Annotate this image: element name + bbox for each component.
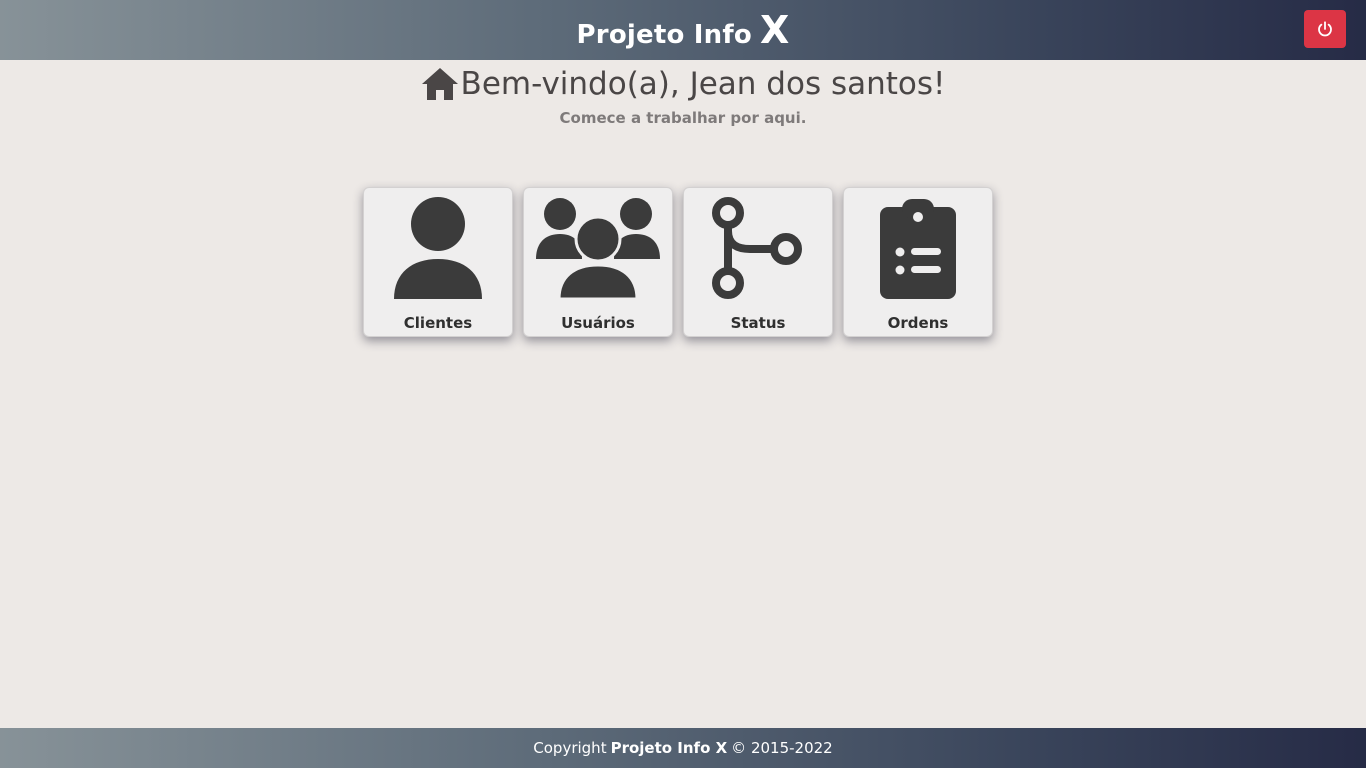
welcome-title: Bem-vindo(a), Jean dos santos!	[460, 66, 946, 102]
welcome-section: Bem-vindo(a), Jean dos santos! Comece a …	[0, 66, 1366, 127]
tile-label: Status	[730, 314, 786, 332]
brand-logo[interactable]: Projeto Info X	[577, 11, 790, 50]
tile-label: Usuários	[561, 314, 635, 332]
power-icon	[1318, 21, 1332, 37]
tile-usuarios[interactable]: Usuários	[523, 187, 673, 337]
users-group-icon	[536, 198, 660, 301]
user-icon	[394, 197, 482, 299]
footer-prefix: Copyright	[533, 739, 607, 757]
home-icon	[421, 68, 458, 100]
footer: Copyright Projeto Info X © 2015-2022	[0, 728, 1366, 768]
tile-label: Ordens	[887, 314, 949, 332]
tile-label: Clientes	[403, 314, 473, 332]
footer-brand: Projeto Info X	[610, 739, 728, 757]
tile-status[interactable]: Status	[683, 187, 833, 337]
welcome-heading: Bem-vindo(a), Jean dos santos!	[421, 66, 946, 102]
footer-suffix: © 2015-2022	[731, 739, 833, 757]
logout-button[interactable]	[1304, 10, 1346, 48]
git-branch-icon	[712, 197, 802, 299]
welcome-subtitle: Comece a trabalhar por aqui.	[559, 109, 807, 127]
tile-clientes[interactable]: Clientes	[363, 187, 513, 337]
tile-ordens[interactable]: Ordens	[843, 187, 993, 337]
dashboard-tiles: Clientes Usuários Status Ordens	[363, 187, 993, 337]
brand-x: X	[759, 7, 790, 52]
top-navbar: Projeto Info X	[0, 0, 1366, 60]
brand-text: Projeto Info	[576, 19, 752, 50]
clipboard-list-icon	[880, 199, 956, 299]
